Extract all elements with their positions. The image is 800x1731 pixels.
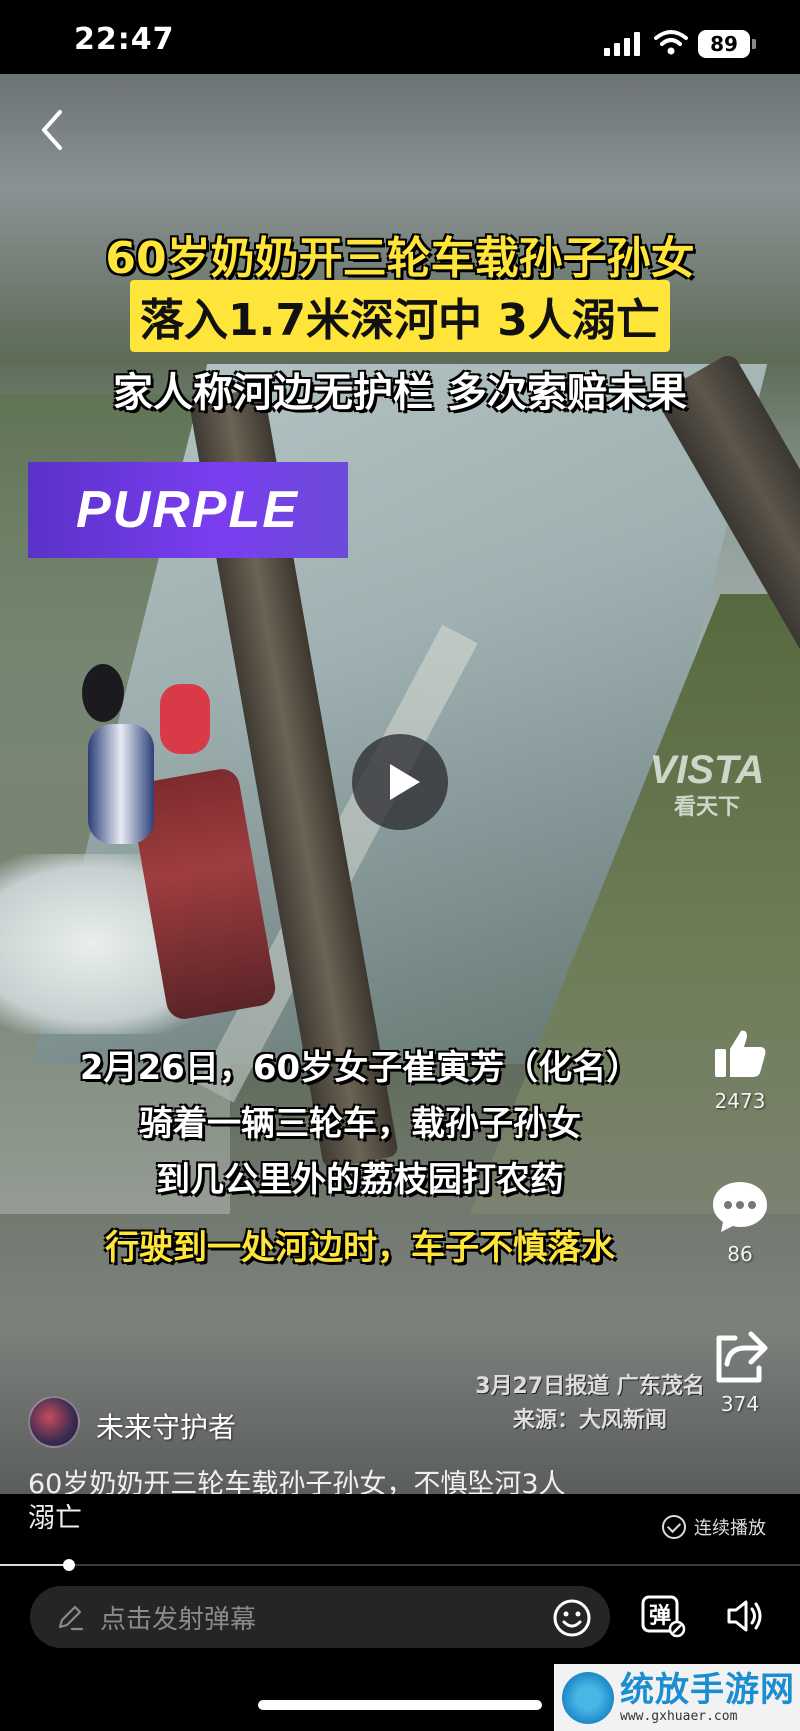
progress-track[interactable] [0, 1564, 800, 1566]
report-source: 来源：大风新闻 [512, 1408, 667, 1433]
status-bar: 22:47 89 [0, 0, 800, 74]
share-count: 374 [720, 1392, 760, 1416]
watermark-logo-icon [562, 1671, 614, 1724]
vista-logo: VISTA 看天下 [649, 748, 765, 820]
subtitle-line-1: 2月26日，60岁女子崔寅芳（化名） [79, 1048, 641, 1088]
progress-fill [0, 1564, 69, 1566]
like-count: 2473 [714, 1089, 766, 1113]
signal-icon [604, 32, 642, 56]
danmaku-placeholder: 点击发射弹幕 [100, 1604, 257, 1635]
video-title-line-2: 落入1.7米深河中 3人溺亡 [0, 280, 800, 352]
person-head [82, 664, 124, 722]
battery-icon: 89 [698, 30, 756, 58]
danmaku-toggle-glyph: 弹 [649, 1604, 671, 1629]
subtitle-line-2: 骑着一辆三轮车，载孙子孙女 [139, 1104, 581, 1144]
danmaku-toggle-icon[interactable]: 弹 [640, 1594, 686, 1638]
home-indicator[interactable] [258, 1700, 542, 1710]
share-button[interactable]: 374 [700, 1328, 780, 1416]
person-rider [88, 724, 154, 844]
autoplay-toggle[interactable]: 连续播放 [662, 1514, 766, 1540]
status-time: 22:47 [74, 22, 175, 57]
author-name[interactable]: 未来守护者 [96, 1406, 236, 1446]
thumbs-up-icon [715, 1030, 766, 1077]
danmaku-input[interactable]: 点击发射弹幕 [30, 1586, 610, 1648]
back-icon[interactable] [36, 108, 68, 152]
report-date: 3月27日报道 广东茂名 [475, 1374, 705, 1399]
person-child [160, 684, 210, 754]
share-icon [716, 1331, 768, 1383]
purple-logo: PURPLE [28, 462, 348, 558]
watermark-text: 统放手游网 [620, 1669, 795, 1710]
like-button[interactable]: 2473 [700, 1025, 780, 1113]
emoji-icon[interactable] [552, 1598, 592, 1638]
volume-icon[interactable] [724, 1596, 764, 1636]
video-title-highlight: 落入1.7米深河中 3人溺亡 [130, 280, 670, 352]
subtitle-line-3: 到几公里外的荔枝园打农药 [156, 1160, 564, 1200]
watermark-url: www.gxhuaer.com [620, 1708, 738, 1724]
pen-icon [58, 1605, 84, 1631]
video-caption-line-2[interactable]: 溺亡 [28, 1496, 82, 1535]
comment-button[interactable]: 86 [700, 1178, 780, 1266]
subtitle-line-4: 行驶到一处河边时，车子不慎落水 [105, 1228, 615, 1268]
autoplay-label: 连续播放 [694, 1518, 766, 1539]
comment-icon [713, 1182, 767, 1232]
site-watermark: 统放手游网 www.gxhuaer.com [554, 1664, 800, 1731]
play-button[interactable] [352, 734, 448, 830]
comment-count: 86 [727, 1242, 753, 1266]
avatar[interactable] [28, 1396, 80, 1448]
video-title-line-1: 60岁奶奶开三轮车载孙子孙女 [105, 233, 695, 284]
progress-knob[interactable] [62, 1559, 75, 1571]
wifi-icon [654, 30, 688, 55]
video-title-line-3: 家人称河边无护栏 多次索赔未果 [113, 370, 687, 416]
check-icon [662, 1515, 686, 1539]
